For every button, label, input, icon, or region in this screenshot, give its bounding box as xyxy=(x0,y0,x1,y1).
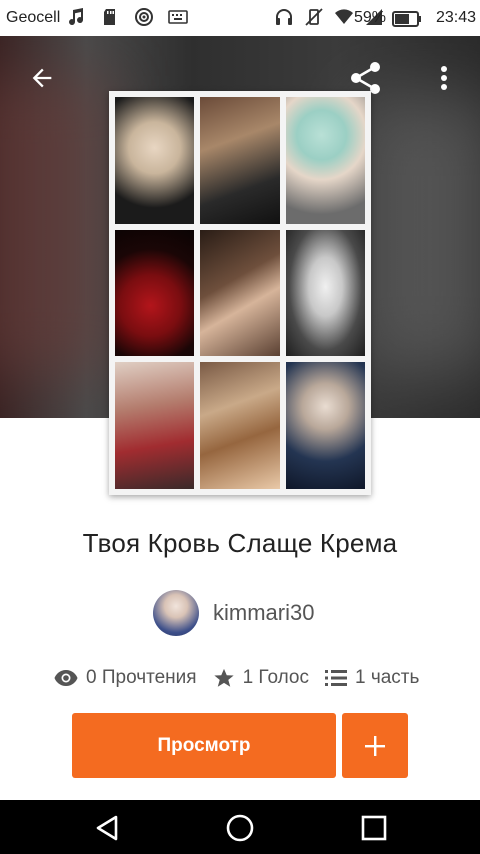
hero-blur-left xyxy=(0,76,110,376)
back-button[interactable] xyxy=(24,60,60,96)
author-link[interactable]: kimmari30 xyxy=(153,589,314,637)
clock: 23:43 xyxy=(435,9,476,26)
nav-recents-button[interactable] xyxy=(356,810,392,846)
parts-count: 1 часть xyxy=(354,667,420,688)
author-name[interactable]: kimmari30 xyxy=(213,600,314,626)
sd-card-icon xyxy=(104,9,115,25)
arrow-left-icon xyxy=(32,68,52,88)
headset-icon xyxy=(276,9,292,25)
more-vert-icon xyxy=(441,66,447,90)
story-cover[interactable] xyxy=(109,91,371,495)
cover-collage-photo xyxy=(200,229,280,357)
nav-home-button[interactable] xyxy=(222,810,258,846)
add-to-library-button[interactable] xyxy=(342,713,408,778)
nav-home-icon xyxy=(226,814,254,842)
cover-collage-photo xyxy=(115,229,195,357)
avatar[interactable] xyxy=(153,590,199,636)
cover-collage-photo xyxy=(285,97,365,224)
reads-stat: 0 Прочтения xyxy=(54,667,197,689)
story-stats: 0 Прочтения 1 Голос 1 часть xyxy=(54,664,435,692)
battery-icon xyxy=(392,11,421,27)
carrier-name: Geocell xyxy=(6,9,61,26)
nav-back-icon xyxy=(96,815,118,841)
votes-count: 1 Голос xyxy=(242,667,309,688)
navigation-bar xyxy=(0,800,480,854)
cover-collage-photo xyxy=(285,362,365,489)
star-icon xyxy=(213,668,234,687)
cover-collage-photo xyxy=(200,362,280,489)
story-title: Твоя Кровь Слаще Крема xyxy=(82,528,398,558)
reads-count: 0 Прочтения xyxy=(86,667,197,688)
parts-stat: 1 часть xyxy=(324,667,420,689)
battery-percent: 59% xyxy=(353,9,386,26)
plus-icon xyxy=(365,735,385,756)
wifi-icon xyxy=(335,9,353,24)
cover-collage-photo xyxy=(115,362,195,489)
keyboard-icon xyxy=(168,10,188,24)
hero-blur-right xyxy=(360,96,480,376)
nav-recents-icon xyxy=(361,815,387,841)
nav-back-button[interactable] xyxy=(90,810,126,846)
radio-icon xyxy=(135,8,153,26)
cover-collage-photo xyxy=(285,229,365,357)
list-icon xyxy=(324,670,347,686)
view-button[interactable]: Просмотр xyxy=(72,713,336,778)
eye-icon xyxy=(54,670,78,686)
cover-collage-photo xyxy=(200,97,280,224)
status-bar: Geocell 59% 23:43 xyxy=(0,0,480,36)
more-menu-button[interactable] xyxy=(426,60,462,96)
cover-collage-photo xyxy=(115,97,195,224)
vibrate-icon xyxy=(305,8,323,26)
music-icon xyxy=(69,8,84,26)
votes-stat: 1 Голос xyxy=(213,667,309,689)
notification-icons xyxy=(66,7,188,27)
